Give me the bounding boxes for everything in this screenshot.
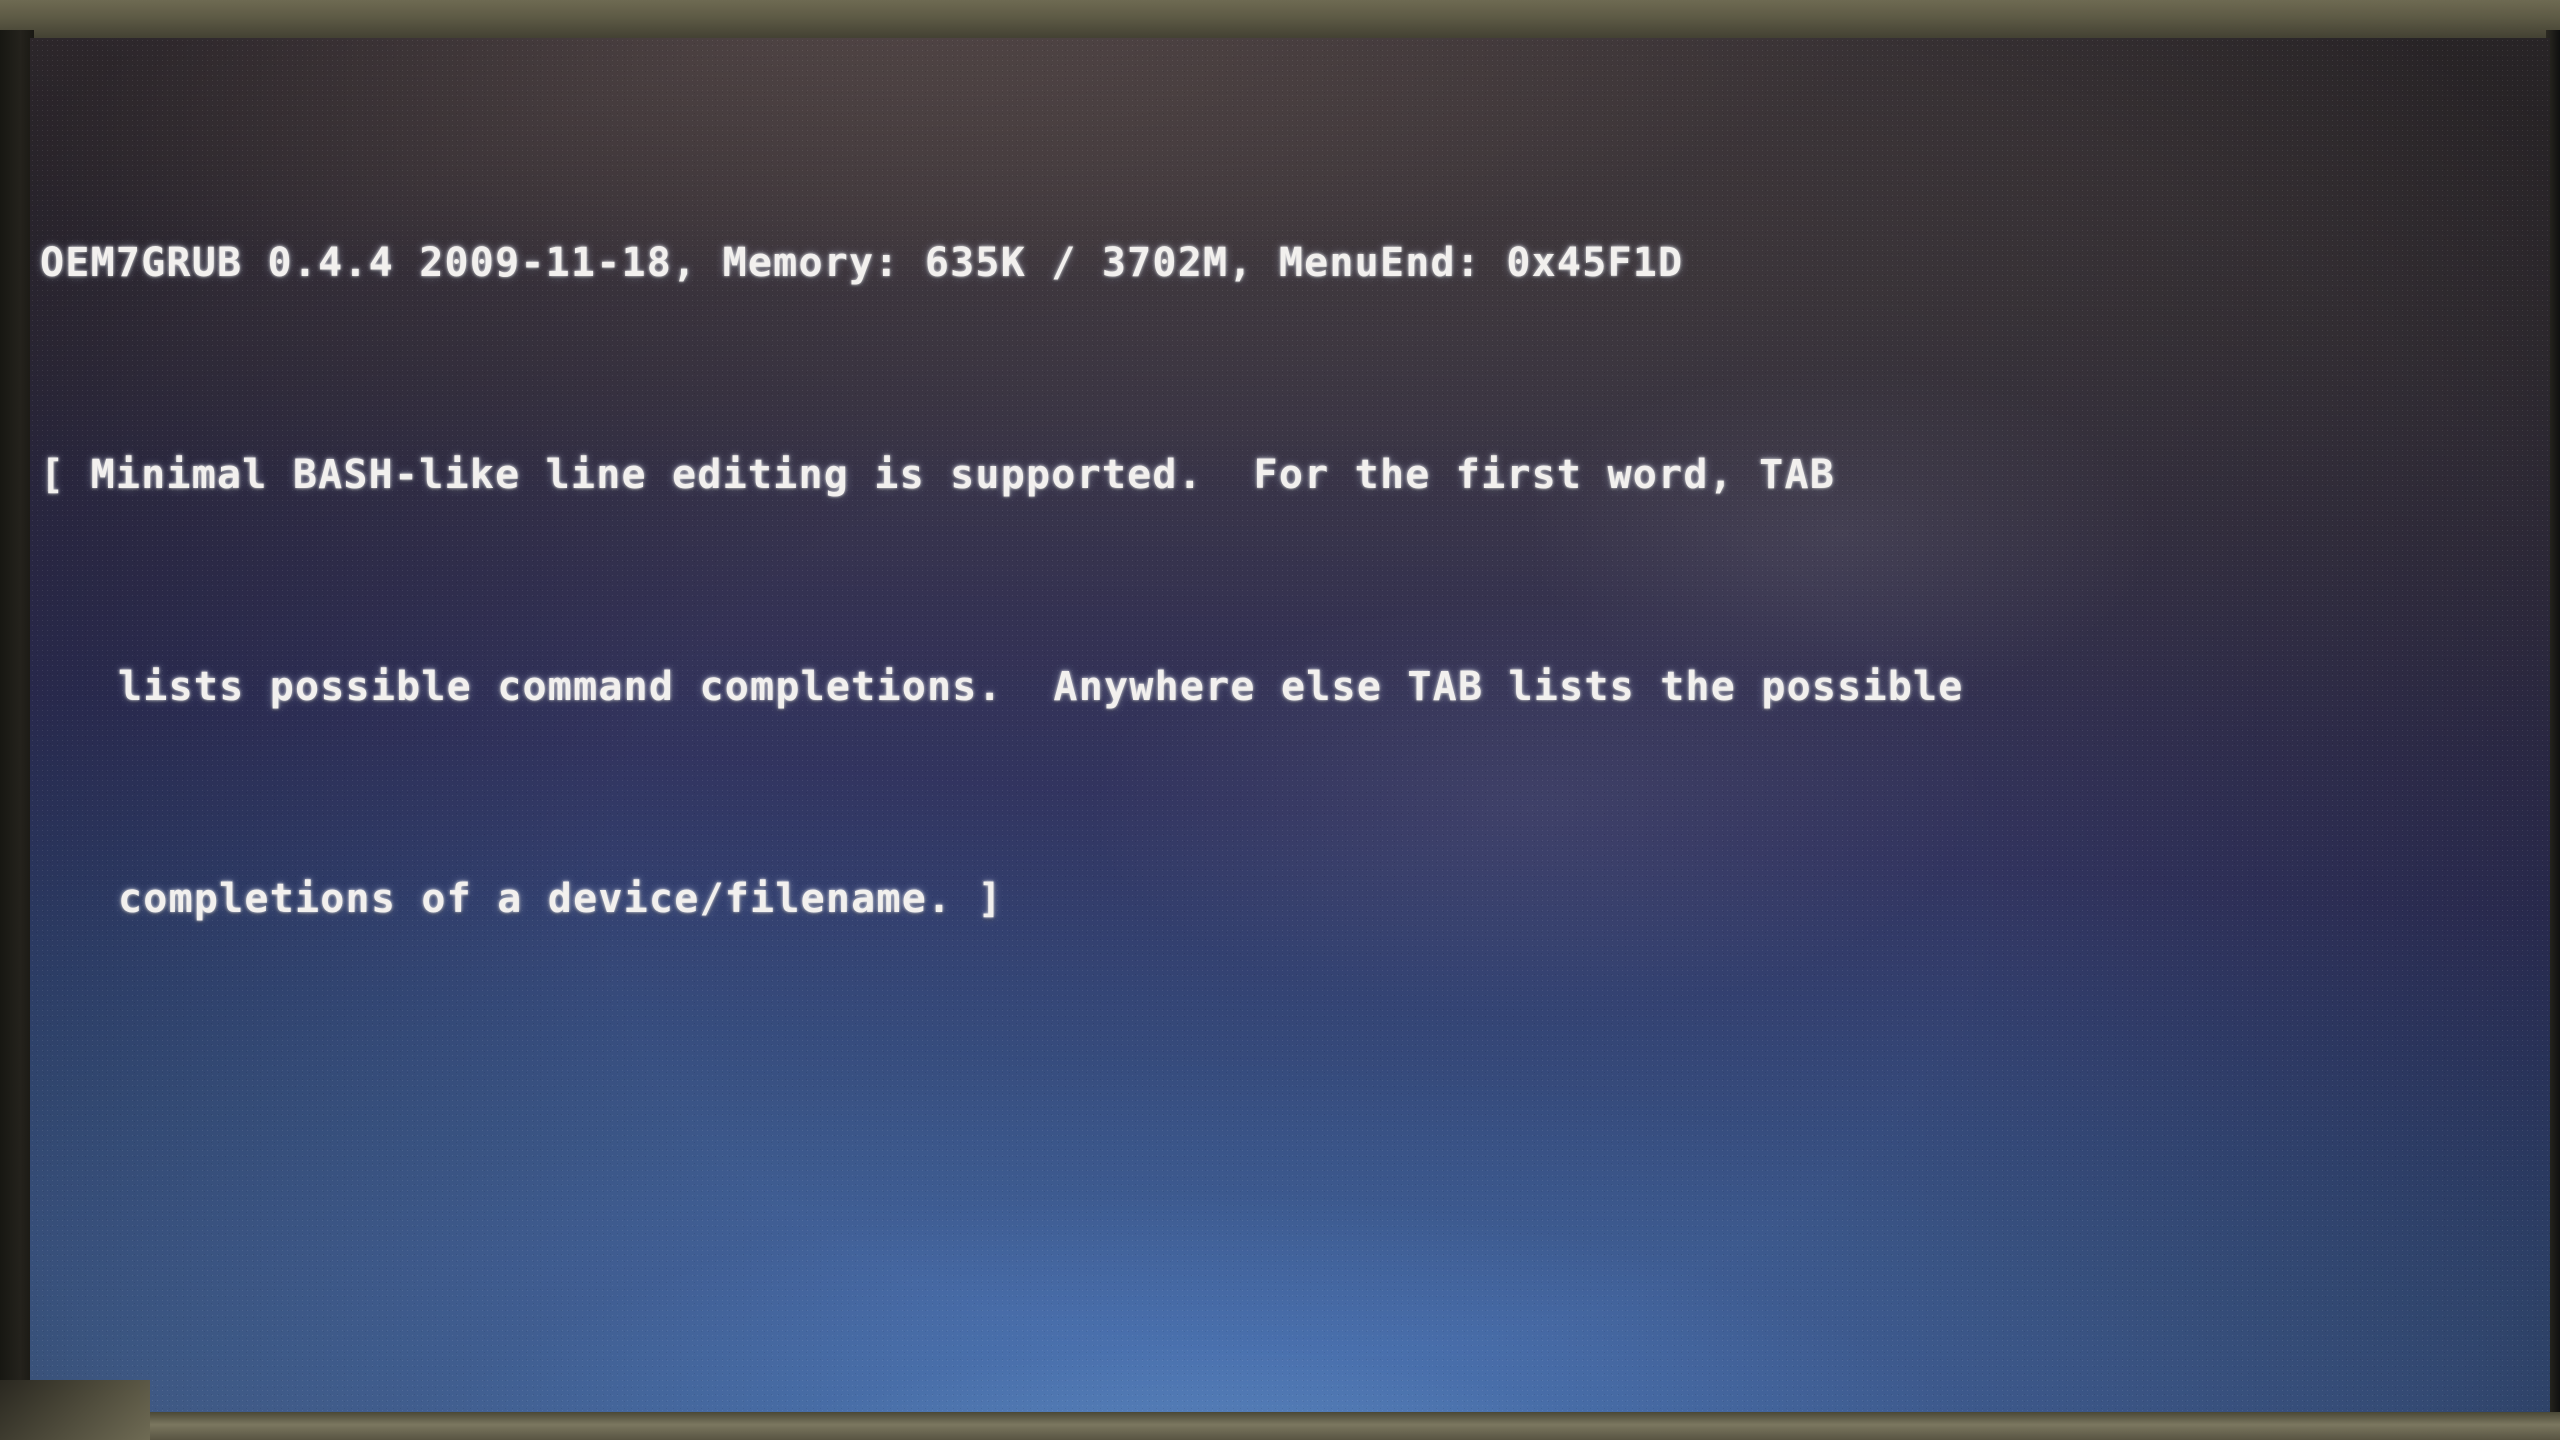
display-panel: OEM7GRUB 0.4.4 2009-11-18, Memory: 635K …: [30, 38, 2550, 1416]
monitor-bezel-left: [0, 30, 34, 1440]
grub-help-line-2: lists possible command completions. Anyw…: [118, 664, 1964, 710]
monitor-photo-screenshot: OEM7GRUB 0.4.4 2009-11-18, Memory: 635K …: [0, 0, 2560, 1440]
grub-help-line-3: completions of a device/filename. ]: [118, 876, 1003, 922]
monitor-bezel-bottom: [0, 1412, 2560, 1440]
grub-console[interactable]: OEM7GRUB 0.4.4 2009-11-18, Memory: 635K …: [30, 38, 2550, 1416]
monitor-bezel-corner-lower-left: [0, 1380, 150, 1440]
grub-spacer-1: [30, 1085, 2550, 1138]
grub-help-line-1: [ Minimal BASH-like line editing is supp…: [40, 452, 1836, 498]
grub-spacer-2: [30, 1244, 2550, 1297]
grub-version-banner: OEM7GRUB 0.4.4 2009-11-18, Memory: 635K …: [40, 240, 1684, 286]
